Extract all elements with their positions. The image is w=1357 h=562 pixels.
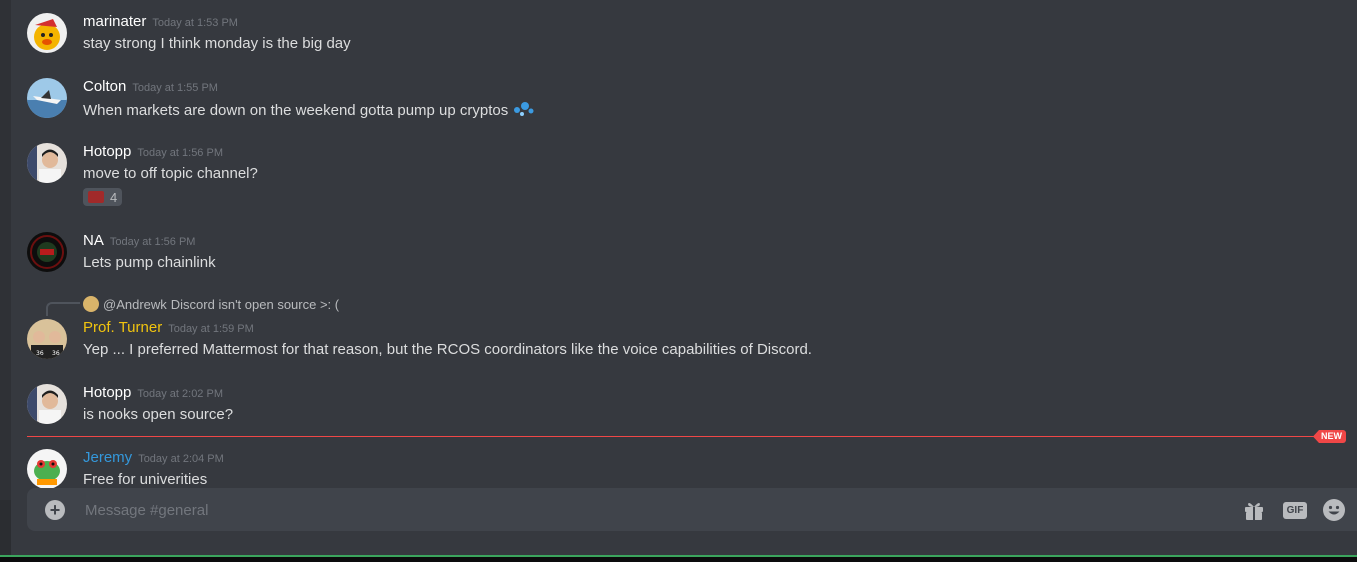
svg-text:36: 36 <box>36 350 44 357</box>
message-content: Free for univerities <box>83 471 208 488</box>
reaction-count: 4 <box>110 189 118 205</box>
message-content: is nooks open source? <box>83 406 234 423</box>
reply-connector <box>46 302 80 316</box>
svg-text:36: 36 <box>52 350 60 357</box>
smiley-icon <box>1323 499 1345 521</box>
message-content: Yep ... I preferred Mattermost for that … <box>83 341 812 358</box>
message-content: When markets are down on the weekend got… <box>83 100 535 122</box>
author-name[interactable]: Colton <box>83 78 126 95</box>
reaction-button[interactable]: 4 <box>83 188 123 206</box>
avatar-hotopp[interactable] <box>27 384 67 424</box>
gif-button[interactable]: GIF <box>1283 498 1307 522</box>
gift-button[interactable] <box>1242 498 1266 522</box>
author-name[interactable]: marinater <box>83 13 146 30</box>
reply-avatar <box>83 296 99 312</box>
message-timestamp: Today at 1:55 PM <box>132 82 218 94</box>
bottom-edge <box>0 557 1357 562</box>
message-text: When markets are down on the weekend got… <box>83 102 509 119</box>
splash-emoji-icon[interactable] <box>511 100 535 122</box>
message-timestamp: Today at 1:56 PM <box>137 147 223 159</box>
message-list[interactable]: marinater Today at 1:53 PM stay strong I … <box>0 0 1357 488</box>
author-name[interactable]: Hotopp <box>83 143 131 160</box>
message-timestamp: Today at 2:04 PM <box>138 453 224 465</box>
message-timestamp: Today at 2:02 PM <box>137 388 223 400</box>
message-header: Jeremy Today at 2:04 PM <box>83 449 224 467</box>
author-name[interactable]: Hotopp <box>83 384 131 401</box>
message-composer: + GIF <box>27 488 1357 531</box>
flag-emoji-icon <box>88 191 104 203</box>
message-input[interactable] <box>83 497 1227 523</box>
message-content: Lets pump chainlink <box>83 254 216 271</box>
message-header: Prof. Turner Today at 1:59 PM <box>83 319 254 337</box>
message-timestamp: Today at 1:59 PM <box>168 323 254 335</box>
new-messages-badge: NEW <box>1313 430 1346 443</box>
message-content: move to off topic channel? <box>83 165 258 182</box>
avatar-marinater[interactable] <box>27 13 67 53</box>
message-timestamp: Today at 1:56 PM <box>109 236 196 248</box>
avatar-colton[interactable] <box>27 78 67 118</box>
avatar-na[interactable] <box>27 232 67 272</box>
gift-icon <box>1245 503 1263 520</box>
avatar-hotopp[interactable] <box>27 143 67 183</box>
message-header: Hotopp Today at 2:02 PM <box>83 384 223 402</box>
author-name[interactable]: Jeremy <box>83 449 132 466</box>
message-header: marinater Today at 1:53 PM <box>83 13 238 31</box>
author-name[interactable]: Prof. Turner <box>83 319 162 336</box>
attach-plus-button[interactable]: + <box>45 500 65 520</box>
gif-icon: GIF <box>1283 501 1307 519</box>
message-timestamp: Today at 1:53 PM <box>152 17 238 29</box>
left-sidebar-edge-lower <box>0 500 11 555</box>
author-name[interactable]: NA <box>83 232 104 249</box>
new-messages-divider <box>27 436 1317 437</box>
message-header: Hotopp Today at 1:56 PM <box>83 143 223 161</box>
reply-mention[interactable]: @Andrewk <box>103 297 167 312</box>
message-header: NA Today at 1:56 PM <box>83 232 195 250</box>
message-header: Colton Today at 1:55 PM <box>83 78 218 96</box>
avatar-jeremy[interactable] <box>27 449 67 488</box>
avatar-prof-turner[interactable]: 36 36 <box>27 319 67 359</box>
message-content: stay strong I think monday is the big da… <box>83 35 351 52</box>
emoji-button[interactable] <box>1322 498 1346 522</box>
reply-text: Discord isn't open source >: ( <box>170 296 340 312</box>
reply-preview[interactable]: @Andrewk Discord isn't open source >: ( <box>83 296 339 312</box>
